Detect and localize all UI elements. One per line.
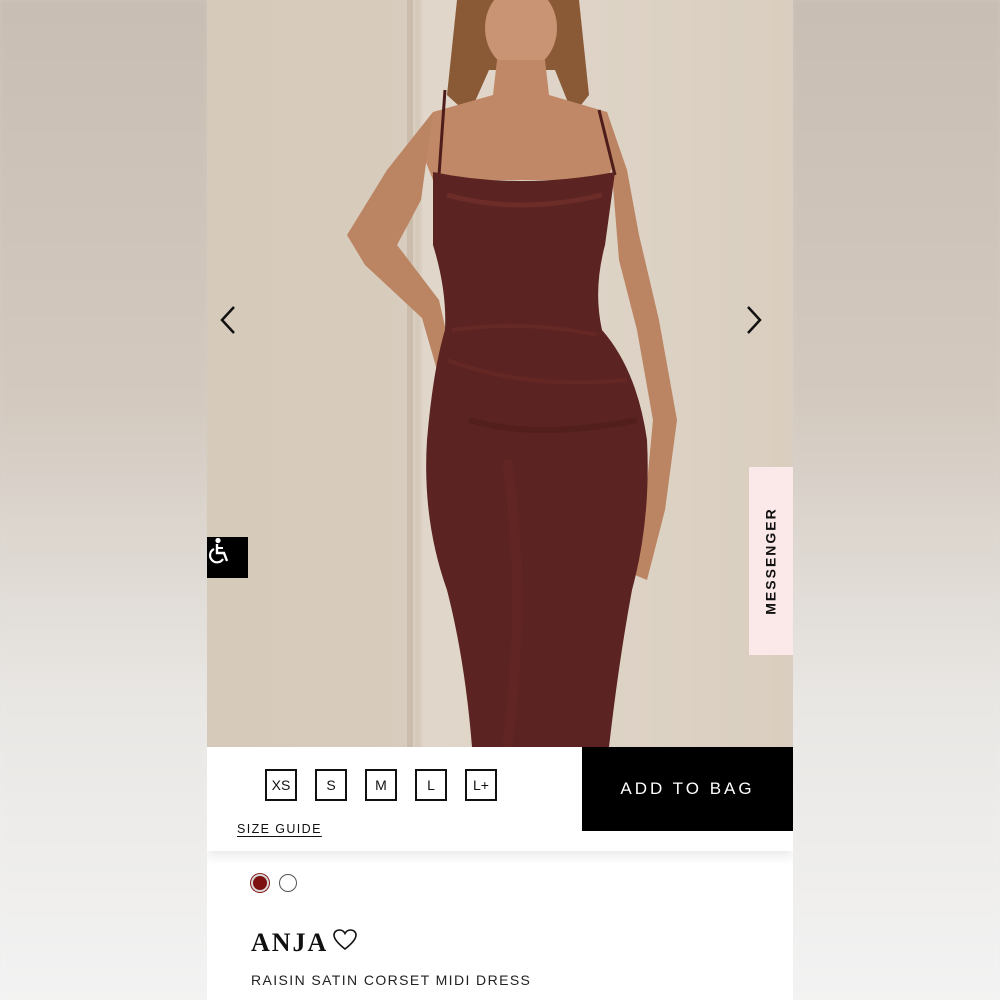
accessibility-button[interactable] xyxy=(207,537,248,578)
size-option-s[interactable]: S xyxy=(315,769,347,801)
messenger-tab[interactable]: MESSENGER xyxy=(749,467,793,655)
product-image: MESSENGER xyxy=(207,0,793,747)
wheelchair-icon xyxy=(209,537,229,564)
wishlist-button[interactable] xyxy=(332,928,358,957)
color-swatch-raisin[interactable] xyxy=(251,874,269,892)
blurred-background-left xyxy=(0,0,207,1000)
previous-image-button[interactable] xyxy=(219,305,255,345)
size-guide-link[interactable]: SIZE GUIDE xyxy=(237,822,322,836)
size-selector: XS S M L L+ xyxy=(265,769,497,801)
next-image-button[interactable] xyxy=(745,305,781,345)
size-option-xs[interactable]: XS xyxy=(265,769,297,801)
color-swatch-white[interactable] xyxy=(279,874,297,892)
size-option-l-plus[interactable]: L+ xyxy=(465,769,497,801)
chevron-right-icon xyxy=(747,306,762,334)
messenger-label: MESSENGER xyxy=(763,507,779,615)
size-option-m[interactable]: M xyxy=(365,769,397,801)
product-subtitle: RAISIN SATIN CORSET MIDI DRESS xyxy=(251,972,532,988)
heart-outline-icon xyxy=(333,929,357,951)
product-name: ANJA xyxy=(251,928,329,957)
chevron-left-icon xyxy=(220,306,235,334)
blurred-background-right xyxy=(793,0,1000,1000)
purchase-bar: XS S M L L+ SIZE GUIDE ADD TO BAG xyxy=(207,747,793,851)
size-option-l[interactable]: L xyxy=(415,769,447,801)
model-illustration xyxy=(207,0,793,747)
color-swatches xyxy=(251,874,297,892)
add-to-bag-button[interactable]: ADD TO BAG xyxy=(582,747,793,831)
product-page: MESSENGER XS S M L L+ SIZE GUIDE ADD TO … xyxy=(207,0,793,1000)
